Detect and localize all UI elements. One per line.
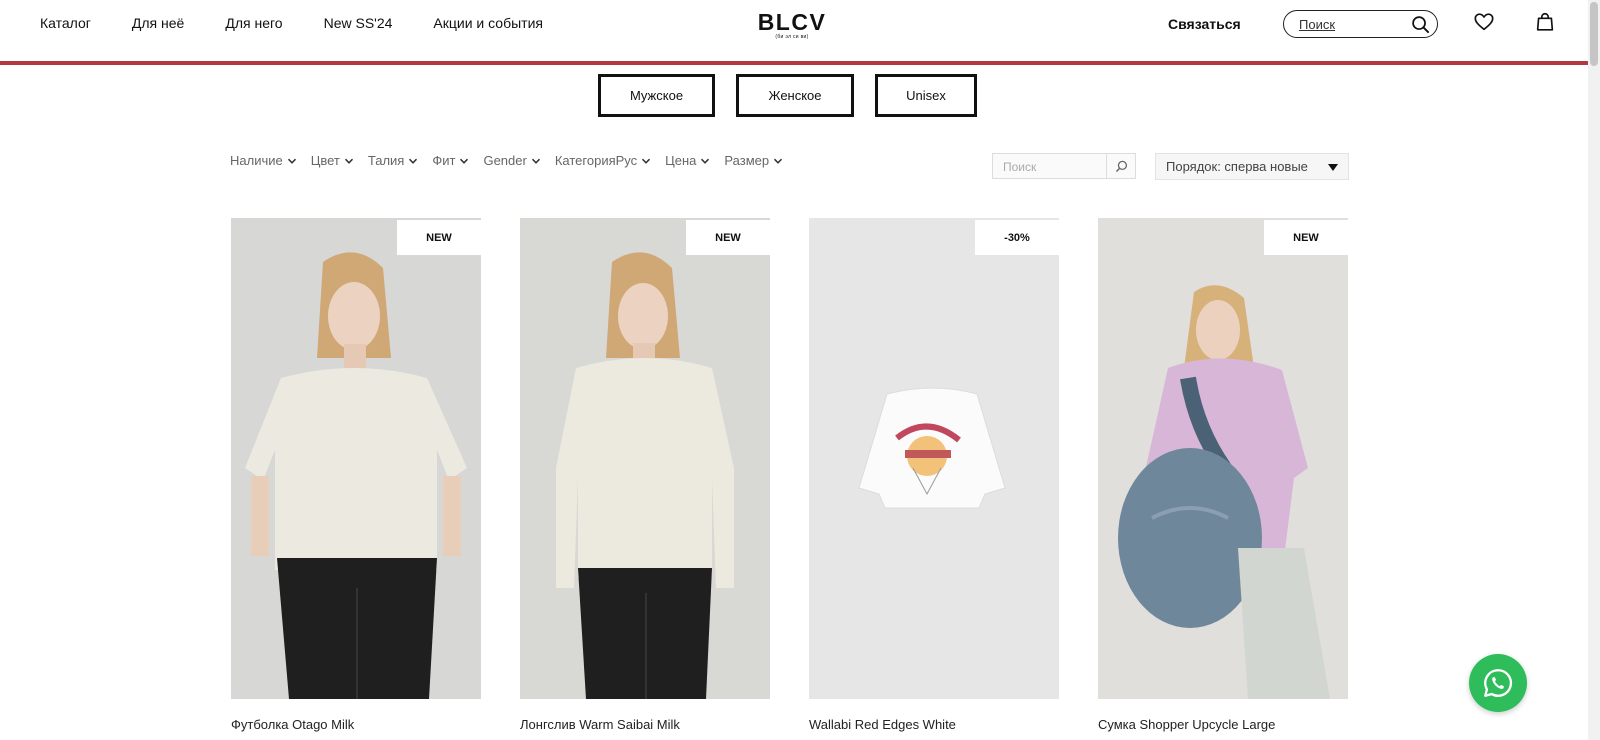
search-icon[interactable] xyxy=(1411,15,1430,34)
product-badge: -30% xyxy=(975,220,1059,255)
nav-catalog[interactable]: Каталог xyxy=(40,14,91,32)
product-card[interactable]: NEW Лонгслив Warm Saibai Milk xyxy=(520,218,770,733)
filter-size[interactable]: Размер xyxy=(724,153,783,168)
whatsapp-icon xyxy=(1484,669,1513,697)
model-longsleeve-image xyxy=(520,218,770,699)
cropped-tee-image xyxy=(809,218,1059,699)
contact-link[interactable]: Связаться xyxy=(1168,16,1241,32)
nav-for-her[interactable]: Для неё xyxy=(132,14,184,32)
product-name[interactable]: Wallabi Red Edges White xyxy=(809,717,1059,733)
header-search-input[interactable] xyxy=(1299,16,1409,33)
bag-icon[interactable] xyxy=(1534,11,1556,33)
chevron-down-icon xyxy=(409,158,418,164)
filter-label: Gender xyxy=(483,153,527,168)
main-nav: Каталог Для неё Для него New SS'24 Акции… xyxy=(40,14,584,32)
product-image[interactable]: NEW xyxy=(231,218,481,699)
chevron-down-icon xyxy=(460,158,469,164)
filter-category[interactable]: КатегорияРус xyxy=(555,153,651,168)
tab-men[interactable]: Мужское xyxy=(598,74,715,117)
nav-for-him[interactable]: Для него xyxy=(225,14,282,32)
nav-new-ss24[interactable]: New SS'24 xyxy=(324,14,393,32)
product-image[interactable]: NEW xyxy=(520,218,770,699)
filter-price[interactable]: Цена xyxy=(665,153,710,168)
chevron-down-icon xyxy=(287,158,296,164)
scrollbar[interactable] xyxy=(1588,0,1600,740)
site-header: Каталог Для неё Для него New SS'24 Акции… xyxy=(0,0,1588,62)
filter-label: Фит xyxy=(432,153,456,168)
chevron-down-icon xyxy=(344,158,353,164)
product-card[interactable]: -30% Wallabi Red Edges White xyxy=(809,218,1059,733)
filter-fit[interactable]: Фит xyxy=(432,153,469,168)
filter-label: Наличие xyxy=(230,153,283,168)
product-image[interactable]: -30% xyxy=(809,218,1059,699)
product-search-button[interactable] xyxy=(1106,154,1135,178)
header-accent-line xyxy=(0,61,1588,65)
logo-text: BLCV xyxy=(757,9,827,35)
dropdown-arrow-icon xyxy=(1328,164,1338,171)
product-name[interactable]: Футболка Otago Milk xyxy=(231,717,481,733)
chevron-down-icon xyxy=(531,158,540,164)
product-image[interactable]: NEW xyxy=(1098,218,1348,699)
product-name[interactable]: Сумка Shopper Upcycle Large xyxy=(1098,717,1348,733)
product-badge: NEW xyxy=(397,220,481,255)
filter-waist[interactable]: Талия xyxy=(368,153,418,168)
chevron-down-icon xyxy=(701,158,710,164)
product-search-input[interactable] xyxy=(1003,159,1103,175)
product-name[interactable]: Лонгслив Warm Saibai Milk xyxy=(520,717,770,733)
search-icon xyxy=(1115,160,1127,172)
filter-label: Цена xyxy=(665,153,697,168)
page: Каталог Для неё Для него New SS'24 Акции… xyxy=(0,0,1600,740)
filter-gender[interactable]: Gender xyxy=(483,153,540,168)
filter-bar: Наличие Цвет Талия Фит Gender КатегорияР… xyxy=(230,153,797,168)
header-search xyxy=(1283,10,1438,38)
product-search xyxy=(992,153,1136,179)
sort-select[interactable]: Порядок: сперва новые xyxy=(1155,153,1349,180)
filter-color[interactable]: Цвет xyxy=(311,153,354,168)
filter-label: Размер xyxy=(724,153,770,168)
filter-label: Талия xyxy=(367,153,405,168)
product-card[interactable]: NEW Футболка Otago Milk xyxy=(231,218,481,733)
scrollbar-thumb[interactable] xyxy=(1590,2,1598,66)
product-badge: NEW xyxy=(686,220,770,255)
product-card[interactable]: NEW Сумка Shopper Upcycle Large xyxy=(1098,218,1348,733)
sort-value: Порядок: сперва новые xyxy=(1166,159,1308,174)
nav-promotions[interactable]: Акции и события xyxy=(433,14,543,32)
filter-availability[interactable]: Наличие xyxy=(230,153,297,168)
heart-icon[interactable] xyxy=(1473,11,1495,33)
filter-label: Цвет xyxy=(310,153,340,168)
tab-women[interactable]: Женское xyxy=(736,74,854,117)
model-tshirt-image xyxy=(231,218,481,699)
model-shopper-bag-image xyxy=(1098,218,1348,699)
tab-unisex[interactable]: Unisex xyxy=(875,74,977,117)
chevron-down-icon xyxy=(774,158,783,164)
filter-label: КатегорияРус xyxy=(554,153,638,168)
gender-tabs: Мужское Женское Unisex xyxy=(598,74,998,117)
logo[interactable]: BLCV (би эл си ви) xyxy=(752,10,832,40)
product-badge: NEW xyxy=(1264,220,1348,255)
whatsapp-chat-button[interactable] xyxy=(1469,654,1527,712)
product-grid: NEW Футболка Otago Milk NEW Лонгслив War… xyxy=(231,218,1387,733)
chevron-down-icon xyxy=(642,158,651,164)
